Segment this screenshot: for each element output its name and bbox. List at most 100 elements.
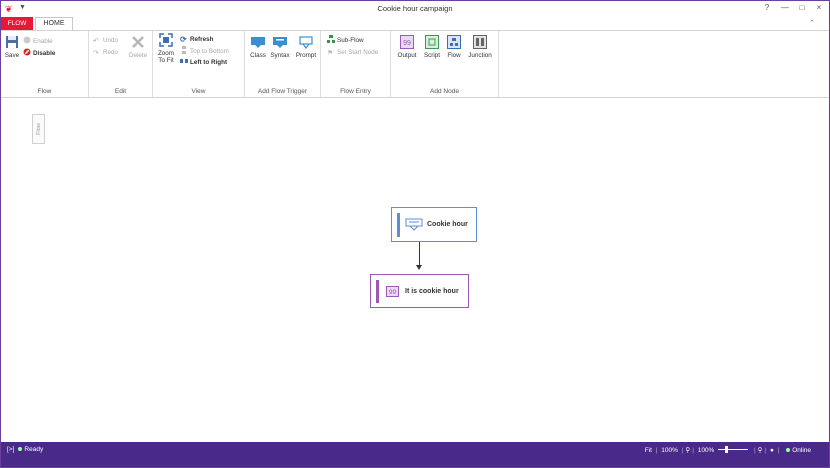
- node-label: Cookie hour: [427, 221, 468, 228]
- flow-node-button[interactable]: Flow: [445, 35, 463, 59]
- delete-icon: [132, 36, 144, 48]
- zoom-to-fit-button[interactable]: Zoom To Fit: [156, 33, 176, 64]
- prompt-trigger-button[interactable]: Prompt: [294, 35, 318, 59]
- sub-flow-icon: [327, 35, 335, 43]
- node-connector[interactable]: [419, 242, 420, 267]
- ribbon-group-add-flow-trigger: Class Syntax Prompt Add Flow Trigger: [245, 31, 321, 98]
- status-text: Ready: [24, 446, 44, 453]
- flow-side-tab-label: Flow: [36, 123, 42, 135]
- output-label: Output: [397, 52, 417, 59]
- node-label: It is cookie hour: [405, 288, 459, 295]
- undo-label: Undo: [103, 37, 119, 44]
- enable-button[interactable]: Enable: [23, 36, 53, 45]
- ready-indicator-icon: [18, 447, 23, 451]
- node-accent-bar: [397, 213, 400, 237]
- output-node-icon: 99: [386, 286, 399, 297]
- chat-icon[interactable]: ●: [770, 447, 774, 454]
- group-label-edit: Edit: [114, 88, 127, 95]
- app-window: ❦ ▼ Cookie hour campaign ? — □ × FLOW HO…: [0, 0, 830, 468]
- syntax-trigger-icon: [273, 37, 287, 48]
- connection-status: Online: [792, 447, 811, 454]
- fit-button[interactable]: Fit: [645, 447, 652, 454]
- enable-icon: [23, 36, 31, 44]
- ribbon-group-flow: Save Enable Disable Flow: [1, 31, 89, 98]
- online-indicator-icon: [786, 448, 791, 452]
- sub-flow-label: Sub-Flow: [337, 37, 364, 44]
- close-button[interactable]: ×: [813, 3, 825, 12]
- undo-icon: ↶: [93, 38, 99, 45]
- script-node-button[interactable]: Script: [421, 35, 443, 59]
- zoom-label-2: To Fit: [158, 57, 174, 64]
- delete-button[interactable]: Delete: [128, 35, 148, 59]
- group-label-view: View: [191, 88, 206, 95]
- ribbon-tabs: FLOW HOME ⌃: [1, 17, 829, 30]
- console-icon[interactable]: [>]: [7, 446, 14, 453]
- refresh-label: Refresh: [190, 36, 214, 43]
- refresh-button[interactable]: ⟳ Refresh: [180, 35, 213, 44]
- junction-node-button[interactable]: Junction: [466, 35, 494, 59]
- flow-node-prompt[interactable]: Cookie hour: [391, 207, 477, 242]
- ribbon-group-add-node: 99 Output Script Flow Junction Add Node: [391, 31, 499, 98]
- disable-button[interactable]: Disable: [23, 48, 55, 57]
- save-button[interactable]: Save: [4, 35, 20, 59]
- script-node-icon: [425, 35, 439, 49]
- maximize-button[interactable]: □: [796, 3, 808, 12]
- output-node-button[interactable]: 99 Output: [395, 35, 419, 59]
- title-bar: ❦ ▼ Cookie hour campaign ? — □ ×: [1, 1, 829, 17]
- zoom-slider[interactable]: [718, 446, 749, 453]
- help-button[interactable]: ?: [761, 3, 773, 12]
- status-right: Fit | 100% | ⚲ | 100% | ⚲ | ● | Online: [644, 446, 811, 454]
- refresh-icon: ⟳: [180, 35, 187, 44]
- undo-button[interactable]: ↶ Undo: [93, 36, 118, 45]
- tab-flow[interactable]: FLOW: [1, 17, 33, 30]
- node-accent-bar: [376, 280, 379, 303]
- flow-canvas[interactable]: Flow: [1, 99, 829, 442]
- flow-node-output[interactable]: 99 It is cookie hour: [370, 274, 469, 308]
- set-start-node-button[interactable]: ⚑ Set Start Node: [327, 48, 378, 57]
- syntax-label: Syntax: [270, 52, 290, 59]
- ribbon: Save Enable Disable Flow ↶ Undo ↷ Redo Del…: [1, 30, 829, 98]
- zoom-slider-knob[interactable]: [725, 446, 729, 453]
- redo-icon: ↷: [93, 50, 99, 57]
- enable-label: Enable: [33, 38, 53, 45]
- ribbon-group-view: Zoom To Fit ⟳ Refresh Top to Bottom Left …: [153, 31, 245, 98]
- tab-home[interactable]: HOME: [35, 17, 73, 30]
- disable-label: Disable: [33, 50, 56, 57]
- ribbon-group-edit: ↶ Undo ↷ Redo Delete Edit: [89, 31, 153, 98]
- flow-node-icon: [447, 35, 461, 49]
- output-node-icon: 99: [400, 35, 414, 49]
- zoom-label-1: Zoom: [157, 50, 175, 57]
- class-label: Class: [250, 52, 266, 59]
- minimize-button[interactable]: —: [779, 3, 791, 12]
- window-title: Cookie hour campaign: [377, 4, 453, 13]
- ribbon-group-flow-entry: Sub-Flow ⚑ Set Start Node Flow Entry: [321, 31, 391, 98]
- flag-icon: ⚑: [327, 50, 334, 57]
- zoom-level-a: 100%: [661, 447, 678, 454]
- save-label: Save: [4, 52, 20, 59]
- top-to-bottom-icon: [182, 46, 186, 54]
- group-label-flow-entry: Flow Entry: [340, 88, 371, 95]
- top-to-bottom-button[interactable]: Top to Bottom: [180, 46, 229, 55]
- left-to-right-icon: [180, 59, 188, 63]
- flow-label: Flow: [447, 52, 461, 59]
- disable-icon: [23, 48, 31, 56]
- group-label-add-node: Add Node: [430, 88, 459, 95]
- redo-button[interactable]: ↷ Redo: [93, 48, 118, 57]
- zoom-in-icon[interactable]: ⚲: [758, 447, 763, 454]
- zoom-to-fit-icon: [159, 33, 173, 47]
- delete-label: Delete: [128, 52, 148, 59]
- flow-side-tab[interactable]: Flow: [32, 114, 45, 144]
- status-bar: [>] Ready Fit | 100% | ⚲ | 100% | ⚲ | ● | Onl…: [1, 442, 829, 467]
- class-trigger-button[interactable]: Class: [249, 35, 267, 59]
- sub-flow-button[interactable]: Sub-Flow: [327, 35, 364, 44]
- zoom-level-b: 100%: [697, 447, 715, 454]
- class-trigger-icon: [251, 37, 265, 48]
- group-label-add-flow-trigger: Add Flow Trigger: [257, 88, 308, 95]
- syntax-trigger-button[interactable]: Syntax: [269, 35, 291, 59]
- collapse-ribbon-icon[interactable]: ⌃: [809, 19, 815, 27]
- left-to-right-button[interactable]: Left to Right: [180, 57, 227, 66]
- zoom-out-icon[interactable]: ⚲: [685, 447, 690, 454]
- save-icon: [6, 36, 18, 48]
- script-label: Script: [423, 52, 441, 59]
- prompt-node-icon: [405, 218, 423, 231]
